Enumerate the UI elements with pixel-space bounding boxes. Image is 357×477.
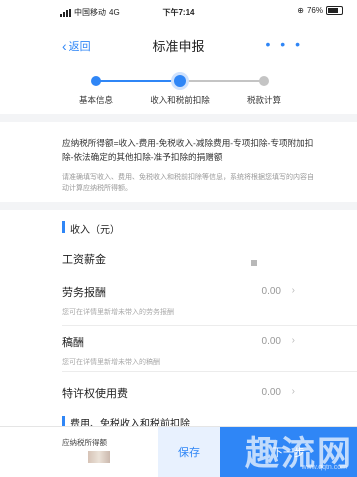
income-row-hint: 您可在详情里新增未带入的稿酬	[62, 359, 160, 366]
step-1-dot	[91, 76, 101, 86]
income-row-value: 0.00	[261, 336, 281, 347]
status-bar-right: ⊕ 76%	[297, 6, 343, 15]
step-2-dot	[174, 75, 186, 87]
step-2-label: 收入和税前扣除	[150, 95, 210, 105]
step-1-label: 基本信息	[78, 95, 114, 105]
section-accent-bar	[62, 221, 65, 233]
rotation-lock-icon: ⊕	[297, 6, 304, 15]
next-step-button[interactable]: 下一步	[220, 427, 357, 477]
battery-fill	[328, 8, 338, 13]
more-options-icon[interactable]: • • •	[266, 36, 303, 52]
income-row-value: 0.00	[261, 387, 281, 398]
formula-text: 应纳税所得额=收入-费用-免税收入-减除费用-专项扣除-专项附加扣除-依法确定的…	[62, 138, 314, 162]
taxable-income-label: 应纳税所得额	[62, 438, 107, 447]
battery-percent: 76%	[306, 6, 323, 15]
income-section-header: 收入（元）	[0, 210, 357, 244]
chevron-right-icon: ›	[291, 335, 295, 346]
income-row-label: 稿酬	[62, 337, 84, 349]
battery-icon	[326, 6, 343, 15]
income-row-value: 0.00	[261, 286, 281, 297]
step-connector-1	[96, 80, 180, 82]
taxable-income-value	[88, 451, 110, 463]
save-button[interactable]: 保存	[158, 427, 220, 477]
expense-section-header: 费用、免税收入和税前扣除	[0, 410, 357, 426]
nav-bar: ‹ 返回 标准申报 • • •	[0, 22, 357, 68]
income-row-salary[interactable]: 工资薪金	[0, 244, 357, 278]
step-3-label: 税款计算	[246, 95, 282, 105]
progress-stepper: 基本信息 收入和税前扣除 税款计算	[0, 68, 357, 114]
step-3-dot	[259, 76, 269, 86]
formula-panel: 应纳税所得额=收入-费用-免税收入-减除费用-专项扣除-专项附加扣除-依法确定的…	[0, 114, 357, 202]
step-connector-2	[180, 80, 264, 82]
status-bar: 中国移动 4G 下午7:14 ⊕ 76%	[0, 0, 357, 22]
page-title: 标准申报	[152, 39, 205, 54]
chevron-right-icon: ›	[291, 285, 295, 296]
expense-section-title: 费用、免税收入和税前扣除	[70, 419, 190, 426]
loading-indicator-icon	[251, 260, 257, 266]
chevron-right-icon: ›	[291, 386, 295, 397]
income-row-label: 工资薪金	[62, 254, 106, 266]
income-row-hint: 您可在详情里新增未带入的劳务报酬	[62, 309, 174, 316]
income-row-labor[interactable]: 劳务报酬 0.00 › 您可在详情里新增未带入的劳务报酬	[0, 278, 357, 326]
income-row-label: 劳务报酬	[62, 287, 106, 299]
section-accent-bar	[62, 416, 65, 426]
income-section-title: 收入（元）	[70, 225, 120, 236]
bottom-action-bar: 应纳税所得额 保存 下一步	[0, 426, 357, 477]
income-row-royalty-manuscript[interactable]: 稿酬 0.00 › 您可在详情里新增未带入的稿酬	[0, 326, 357, 372]
formula-note: 请准确填写收入、费用、免税收入和税前扣除等信息，系统将根据您填写的内容自动计算应…	[62, 174, 314, 192]
income-row-label: 特许权使用费	[62, 388, 128, 400]
income-row-license-fee[interactable]: 特许权使用费 0.00 ›	[0, 372, 357, 410]
